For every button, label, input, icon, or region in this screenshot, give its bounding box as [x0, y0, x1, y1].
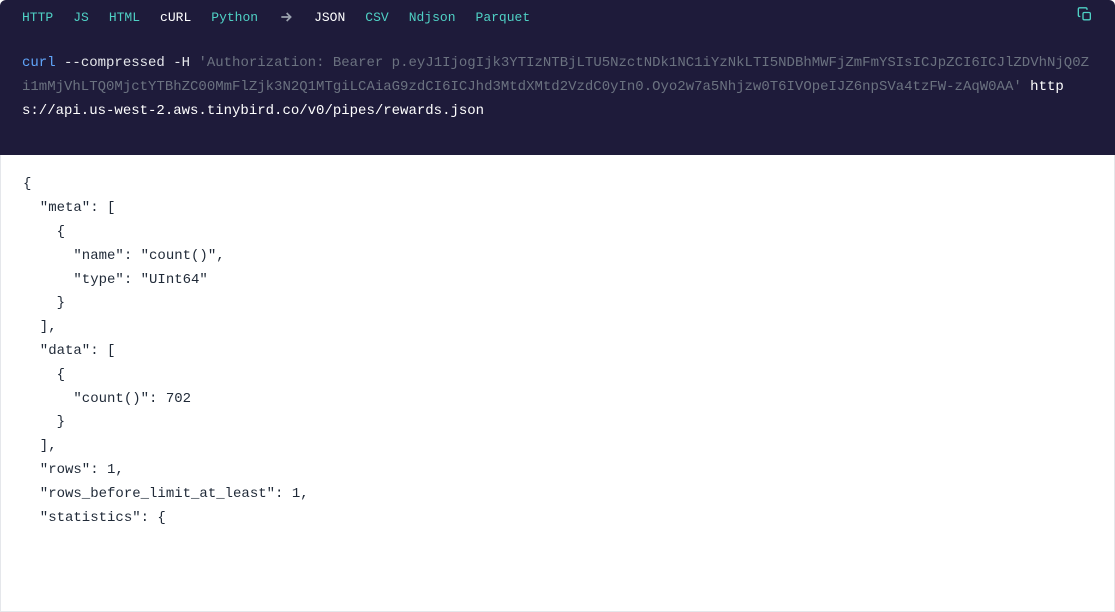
tabs-bar: HTTP JS HTML cURL Python JSON CSV Ndjson… — [0, 0, 1115, 34]
curl-keyword: curl — [22, 55, 56, 71]
code-header: HTTP JS HTML cURL Python JSON CSV Ndjson… — [0, 0, 1115, 155]
code-block: curl --compressed -H 'Authorization: Bea… — [0, 34, 1115, 155]
tab-curl[interactable]: cURL — [160, 10, 191, 25]
tab-ndjson[interactable]: Ndjson — [409, 10, 456, 25]
tab-html[interactable]: HTML — [109, 10, 140, 25]
arrow-right-icon — [278, 9, 294, 25]
tab-parquet[interactable]: Parquet — [476, 10, 531, 25]
copy-icon[interactable] — [1077, 7, 1093, 28]
tab-http[interactable]: HTTP — [22, 10, 53, 25]
tab-js[interactable]: JS — [73, 10, 89, 25]
output-block: { "meta": [ { "name": "count()", "type":… — [0, 155, 1115, 612]
tab-json[interactable]: JSON — [314, 10, 345, 25]
tab-csv[interactable]: CSV — [365, 10, 388, 25]
curl-flags: --compressed -H — [64, 55, 190, 71]
tab-python[interactable]: Python — [211, 10, 258, 25]
